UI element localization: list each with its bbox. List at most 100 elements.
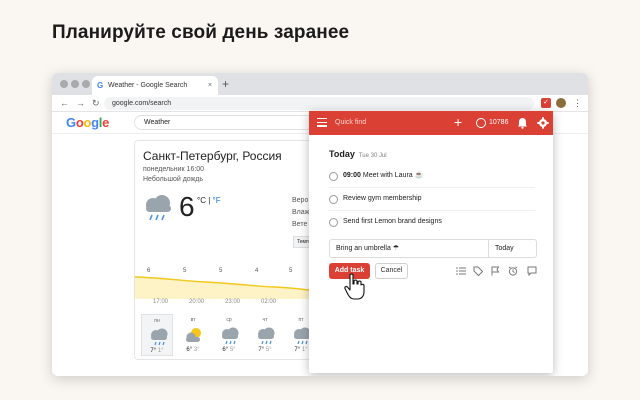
browser-toolbar: ← → ↻ google.com/search ✓ ⋮ (52, 95, 588, 112)
graph-value: 6 (147, 268, 151, 274)
todoist-popup: Quick find + 10786 Today Tue 30 Jul 09:00… (309, 111, 553, 373)
browser-menu-icon[interactable]: ⋮ (573, 95, 582, 112)
forecast-low: 5° (228, 347, 236, 353)
karma-icon[interactable] (476, 118, 486, 128)
reload-button[interactable]: ↻ (92, 95, 100, 112)
weather-day-time: понедельник 16:00 (143, 166, 205, 173)
task-time: 09:00 (343, 172, 361, 179)
rain-cloud-icon (151, 328, 168, 346)
task-checkbox[interactable] (329, 218, 338, 227)
quick-find-input[interactable]: Quick find (335, 111, 366, 135)
today-label: Today (329, 149, 355, 159)
tab-title: Weather - Google Search (108, 82, 188, 89)
todoist-header: Quick find + 10786 (309, 111, 553, 135)
weather-detail-line: Влаж (292, 209, 310, 216)
label-icon[interactable] (473, 266, 483, 276)
settings-gear-icon[interactable] (537, 117, 549, 129)
task-editor[interactable]: Bring an umbrella ☂ Today (329, 239, 537, 258)
weather-detail-line: Вете (292, 221, 308, 228)
tab-close-icon[interactable]: × (208, 76, 212, 95)
forecast-day-name: чт (262, 317, 268, 323)
forecast-low: 5° (264, 347, 272, 353)
google-search-input[interactable]: Weather (134, 115, 314, 130)
forecast-day-name: вт (190, 317, 196, 323)
task-content: Meet with Laura ☕ (362, 172, 424, 179)
promo-title: Планируйте свой день заранее (52, 22, 350, 43)
google-logo-letter: G (66, 115, 76, 130)
forecast-day[interactable]: ср 6° 5° (213, 314, 245, 356)
new-tab-button[interactable]: + (222, 76, 229, 92)
weather-condition: Небольшой дождь (143, 176, 204, 183)
unit-fahrenheit[interactable]: °F (213, 196, 221, 205)
notifications-bell-icon[interactable] (517, 117, 528, 129)
forecast-day[interactable]: пн 7° 1° (141, 314, 173, 356)
google-logo-letter: e (102, 115, 110, 130)
comment-icon[interactable] (527, 266, 537, 276)
graph-time: 17:00 (153, 299, 169, 305)
task-editor-input[interactable]: Bring an umbrella ☂ (336, 240, 399, 257)
forecast-day-name: ср (226, 317, 232, 323)
weather-detail-line: Веро (292, 197, 309, 204)
todoist-extension-icon[interactable]: ✓ (541, 98, 551, 108)
weather-city: Санкт-Петербург, Россия (143, 149, 282, 163)
today-date: Tue 30 Jul (358, 153, 387, 159)
rain-cloud-icon (258, 327, 275, 345)
unit-toggle[interactable]: °C | °F (197, 196, 221, 205)
forecast-day-name: пн (154, 318, 160, 324)
today-heading: Today Tue 30 Jul (329, 149, 387, 159)
forecast-temps: 7° 1° (142, 348, 172, 354)
task-item[interactable]: Review gym membership (329, 189, 535, 211)
forecast-temps: 7° 5° (249, 347, 281, 353)
google-logo-letter: g (91, 115, 99, 130)
cancel-button[interactable]: Cancel (375, 263, 408, 279)
google-logo[interactable]: Google (66, 115, 109, 130)
unit-celsius[interactable]: °C (197, 196, 206, 205)
forecast-low: 1° (156, 348, 164, 354)
list-icon[interactable] (456, 266, 466, 276)
sun-cloud-icon (186, 328, 201, 342)
unit-separator: | (208, 196, 211, 205)
rain-cloud-icon (146, 195, 171, 221)
temperature-graph (135, 276, 319, 299)
add-task-plus-icon[interactable]: + (454, 111, 462, 134)
graph-time: 23:00 (225, 299, 241, 305)
forecast-low: 3° (192, 347, 200, 353)
task-item[interactable]: Send first Lemon brand designs (329, 212, 535, 234)
window-maximize-dot[interactable] (82, 80, 90, 88)
current-temperature: 6 (179, 191, 195, 222)
karma-count[interactable]: 10786 (489, 111, 508, 135)
profile-avatar[interactable] (556, 98, 566, 108)
due-date-picker[interactable]: Today (488, 240, 536, 257)
task-content: Review gym membership (343, 195, 422, 202)
graph-time: 02:00 (261, 299, 277, 305)
flag-icon[interactable] (490, 266, 500, 276)
browser-window: G Weather - Google Search × + ← → ↻ goog… (52, 73, 588, 376)
graph-value: 4 (255, 268, 259, 274)
graph-value: 5 (289, 268, 293, 274)
address-bar[interactable]: google.com/search (104, 97, 534, 110)
graph-value: 5 (219, 268, 223, 274)
menu-icon[interactable] (317, 118, 327, 127)
forecast-temps: 6° 5° (213, 347, 245, 353)
task-item[interactable]: 09:00 Meet with Laura ☕ (329, 166, 535, 188)
task-checkbox[interactable] (329, 172, 338, 181)
task-text: 09:00 Meet with Laura ☕ (343, 166, 423, 186)
forecast-day[interactable]: вт 6° 3° (177, 314, 209, 356)
task-checkbox[interactable] (329, 195, 338, 204)
forecast-low: 1° (300, 347, 308, 353)
tab-bar: G Weather - Google Search × + (52, 73, 588, 95)
hand-cursor-icon (344, 273, 365, 300)
forward-button[interactable]: → (76, 95, 85, 112)
window-minimize-dot[interactable] (71, 80, 79, 88)
google-logo-letter: o (83, 115, 92, 130)
graph-time: 20:00 (189, 299, 205, 305)
browser-tab[interactable]: G Weather - Google Search × (92, 76, 218, 95)
weather-card: Санкт-Петербург, Россия понедельник 16:0… (134, 140, 320, 360)
forecast-day[interactable]: чт 7° 5° (249, 314, 281, 356)
google-favicon-icon: G (97, 81, 104, 90)
window-close-dot[interactable] (60, 80, 68, 88)
back-button[interactable]: ← (60, 95, 69, 112)
alarm-icon[interactable] (508, 266, 518, 276)
rain-cloud-icon (222, 327, 239, 345)
task-content: Send first Lemon brand designs (343, 218, 442, 225)
